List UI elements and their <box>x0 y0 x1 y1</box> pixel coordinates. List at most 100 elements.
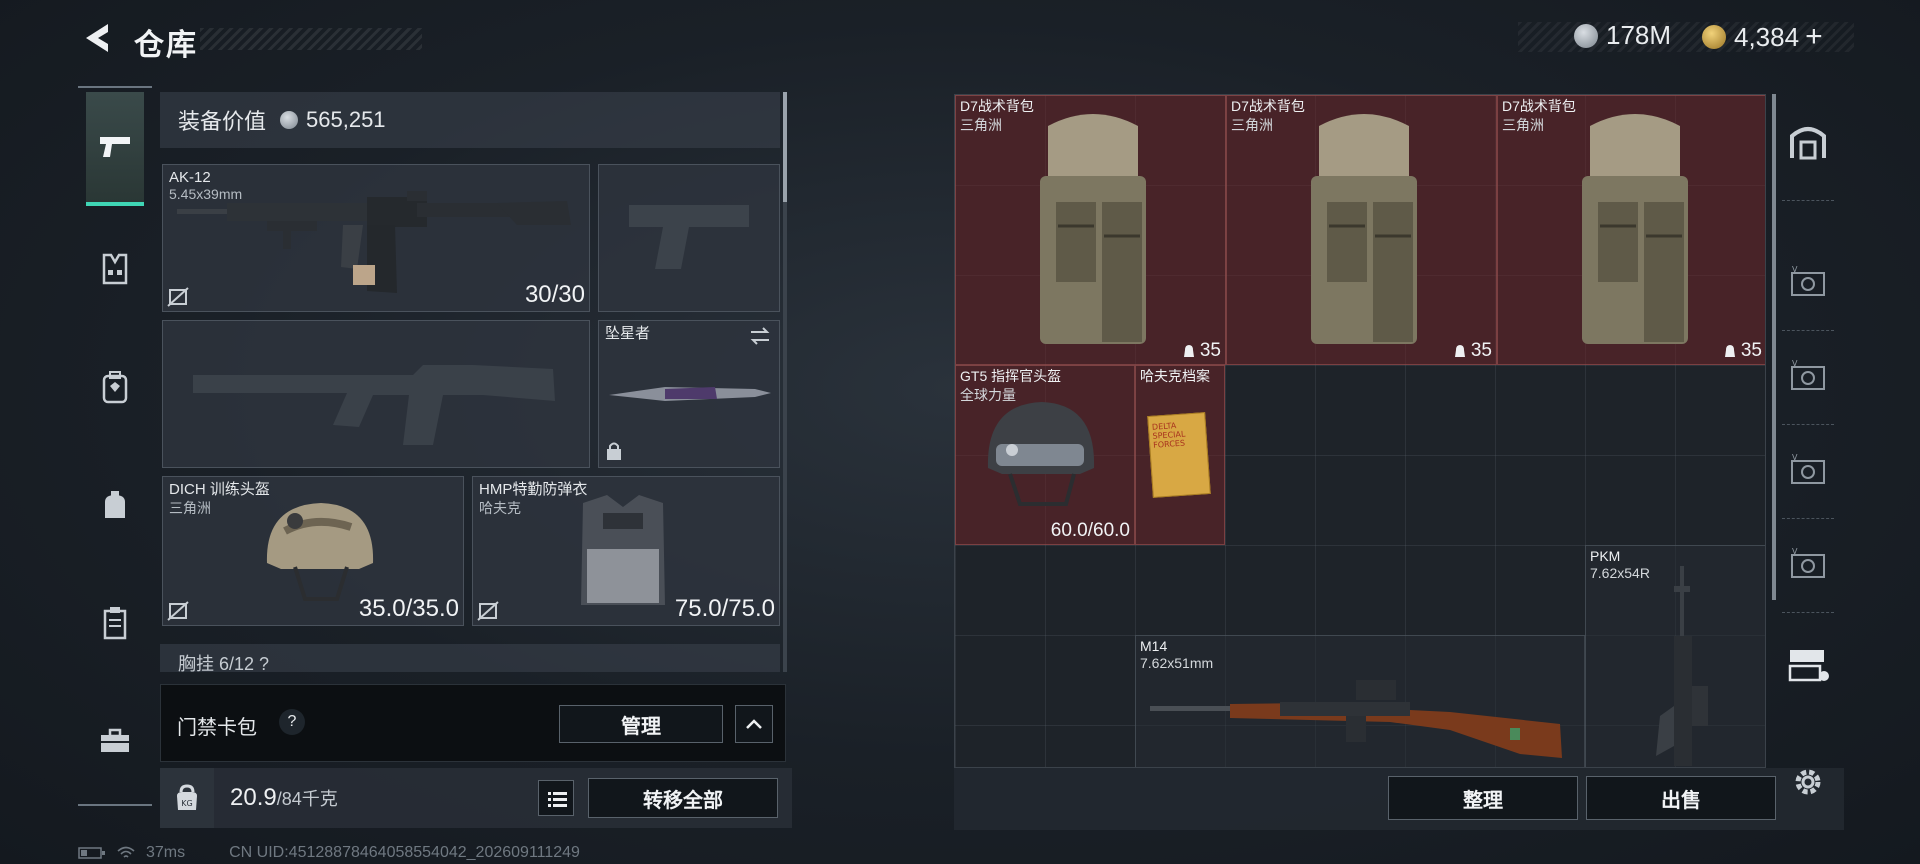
nav-vest[interactable] <box>86 240 144 298</box>
pkm-image <box>1656 566 1708 766</box>
secondary-weapon-slot-empty[interactable] <box>162 320 590 468</box>
nav-divider <box>78 86 152 88</box>
chest-rig-slot[interactable]: 胸挂 6/12 ? <box>160 644 780 672</box>
stash-footer: 整理 出售 <box>954 768 1844 830</box>
chevron-up-icon <box>746 719 762 729</box>
title-decoration <box>200 28 422 50</box>
uid-text: CN UID:45128878464058554042_202609111249 <box>229 844 580 861</box>
item-name: GT5 指挥官头盔 <box>960 368 1062 384</box>
melee-name: 坠星者 <box>605 325 651 342</box>
stash-item-pkm[interactable]: PKM 7.62x54R <box>1585 545 1765 767</box>
stash-grid[interactable]: D7战术背包 三角洲 35 D7战术背包 三角洲 35 D7战术背包 三角洲 3… <box>954 94 1766 768</box>
swap-icon[interactable] <box>749 327 771 345</box>
warehouse-icon <box>1790 127 1826 160</box>
item-name: D7战术背包 <box>960 98 1034 114</box>
back-button[interactable] <box>78 20 112 56</box>
insurance-off-icon <box>167 601 189 621</box>
backpack-image <box>1311 114 1417 344</box>
backpack-icon <box>102 371 128 404</box>
list-view-button[interactable] <box>538 780 574 816</box>
stash-item-m14[interactable]: M14 7.62x51mm <box>1135 635 1585 767</box>
expand-button[interactable] <box>735 705 773 743</box>
stash-tab-2[interactable]: V <box>1782 350 1834 402</box>
ping-value: 37ms <box>146 844 186 861</box>
sort-button[interactable]: 整理 <box>1388 776 1578 820</box>
stash-item-backpack[interactable]: D7战术背包 三角洲 35 <box>1497 95 1765 365</box>
nav-weapons[interactable] <box>86 92 144 206</box>
helmet-slot[interactable]: DICH 训练头盔 三角洲 35.0/35.0 <box>162 476 464 626</box>
transfer-all-button[interactable]: 转移全部 <box>588 778 778 818</box>
armor-slot[interactable]: HMP特勤防弹衣 哈夫克 75.0/75.0 <box>472 476 780 626</box>
silver-amount: 178M <box>1606 20 1672 50</box>
warehouse-screen: 仓库 178M 4,384 + 装备价值 565,251 AK-12 5.45x… <box>0 0 1920 864</box>
armor-durability: 75.0/75.0 <box>674 595 775 622</box>
stash-box-icon: V <box>1791 265 1825 296</box>
item-capacity: 35 <box>1182 340 1221 362</box>
capacity-value: 35 <box>1740 340 1762 361</box>
capacity-icon <box>1724 345 1735 357</box>
weapon-ammo-count: 30/30 <box>524 281 585 308</box>
list-icon <box>548 792 567 807</box>
stash-item-file[interactable]: 哈夫克档案 DELTA SPECIAL FORCES <box>1135 365 1225 545</box>
item-capacity: 35 <box>1453 340 1492 362</box>
stash-tab-1[interactable]: V <box>1782 256 1834 308</box>
loadout-scrollbar[interactable] <box>783 92 787 672</box>
kettlebell-icon: KG <box>177 784 197 810</box>
currency-silver[interactable]: 178M <box>1574 20 1671 51</box>
stash-tab-all[interactable] <box>1782 116 1834 168</box>
backpack-image <box>1582 114 1688 344</box>
item-brand: 三角洲 <box>1231 117 1273 133</box>
item-name: M14 <box>1140 638 1168 654</box>
scrollbar-thumb[interactable] <box>783 92 787 202</box>
weight-icon-box: KG <box>160 768 214 828</box>
nav-documents[interactable] <box>86 594 144 652</box>
document-icon <box>103 607 127 640</box>
tab-separator <box>1782 200 1834 201</box>
stash-tab-3[interactable]: V <box>1782 444 1834 496</box>
sell-button[interactable]: 出售 <box>1586 776 1776 820</box>
sidearm-slot-empty[interactable] <box>598 164 780 312</box>
access-card-row: 门禁卡包 ? 管理 <box>160 684 786 762</box>
stash-item-backpack[interactable]: D7战术背包 三角洲 35 <box>955 95 1226 365</box>
svg-text:V: V <box>1792 547 1798 556</box>
settings-button[interactable] <box>1782 756 1834 808</box>
nav-toolbox[interactable] <box>86 712 144 770</box>
stash-tab-special[interactable] <box>1782 640 1834 692</box>
melee-slot[interactable]: 坠星者 <box>598 320 780 468</box>
weight-current: 20.9 <box>230 784 277 811</box>
rifle-silhouette-icon <box>193 365 555 445</box>
weight-value: 20.9/84千克 <box>230 784 338 812</box>
capacity-icon <box>1183 345 1194 357</box>
backpack-image <box>1040 114 1146 344</box>
stash-item-helmet[interactable]: GT5 指挥官头盔 全球力量 60.0/60.0 <box>955 365 1135 545</box>
capacity-value: 35 <box>1199 340 1221 361</box>
armor-brand: 哈夫克 <box>479 500 521 516</box>
toolbox-icon <box>101 728 129 752</box>
scrollbar-thumb[interactable] <box>1772 94 1776 600</box>
help-icon[interactable]: ? <box>279 709 305 735</box>
back-arrow-icon <box>86 24 108 52</box>
svg-text:V: V <box>1792 359 1798 368</box>
currency-gold[interactable]: 4,384 + <box>1702 20 1823 54</box>
nav-backpack[interactable] <box>86 358 144 416</box>
add-currency-button[interactable]: + <box>1805 20 1823 54</box>
nav-divider <box>78 804 152 806</box>
access-card-label: 门禁卡包 <box>177 717 257 739</box>
tab-separator <box>1782 330 1834 331</box>
primary-weapon-slot[interactable]: AK-12 5.45x39mm 30/30 <box>162 164 590 312</box>
vest-icon <box>102 253 128 285</box>
capacity-icon <box>1454 345 1465 357</box>
equipment-value: 565,251 <box>306 107 386 132</box>
stash-tab-4[interactable]: V <box>1782 538 1834 590</box>
stash-item-backpack[interactable]: D7战术背包 三角洲 35 <box>1226 95 1497 365</box>
stash-scrollbar[interactable] <box>1772 94 1776 600</box>
nav-bag[interactable] <box>86 476 144 534</box>
gold-coin-icon <box>1702 25 1726 49</box>
manage-button[interactable]: 管理 <box>559 705 723 743</box>
wifi-icon <box>117 846 135 858</box>
weight-row: KG 20.9/84千克 转移全部 <box>160 768 792 828</box>
loadout-panel[interactable]: 装备价值 565,251 AK-12 5.45x39mm 30/30 坠星者 D… <box>160 92 790 672</box>
m14-rifle-image <box>1150 680 1562 758</box>
silver-coin-icon <box>1574 23 1598 48</box>
helmet-brand: 三角洲 <box>169 500 211 516</box>
